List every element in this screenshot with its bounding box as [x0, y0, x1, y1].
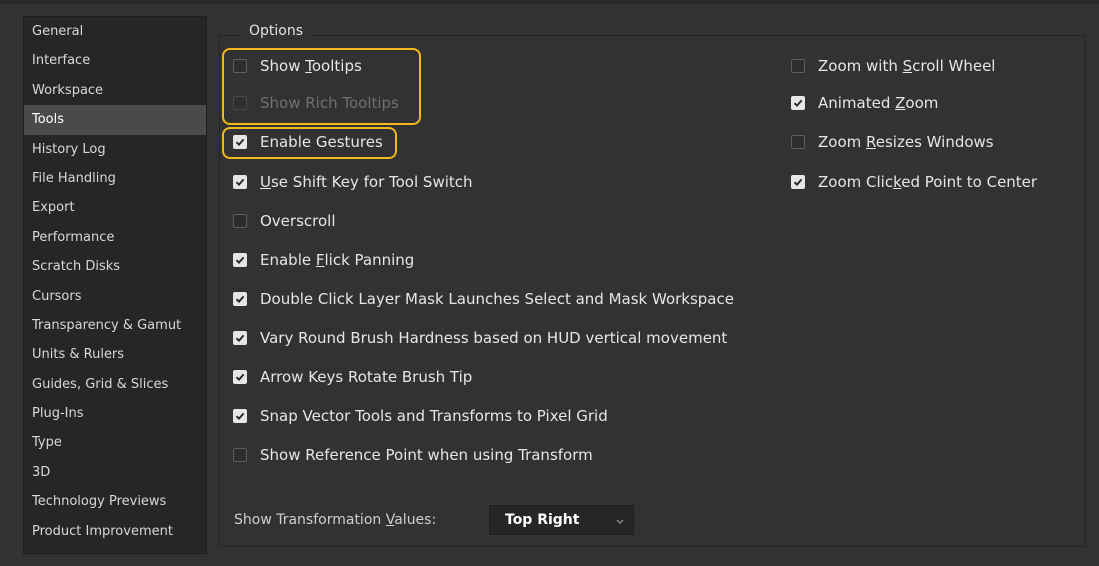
- sidebar-item[interactable]: Technology Previews: [24, 487, 206, 516]
- sidebar-item[interactable]: Transparency & Gamut: [24, 311, 206, 340]
- sidebar-item[interactable]: History Log: [24, 135, 206, 164]
- option-row[interactable]: Zoom Clicked Point to Center: [791, 171, 1037, 193]
- option-label: Zoom Resizes Windows: [818, 133, 994, 151]
- sidebar-item[interactable]: General: [24, 17, 206, 46]
- chevron-down-icon: [615, 514, 625, 530]
- sidebar-item[interactable]: 3D: [24, 458, 206, 487]
- sidebar-item[interactable]: Guides, Grid & Slices: [24, 370, 206, 399]
- option-label: Vary Round Brush Hardness based on HUD v…: [260, 329, 728, 347]
- option-row[interactable]: Vary Round Brush Hardness based on HUD v…: [233, 327, 727, 349]
- sidebar-item[interactable]: Interface: [24, 46, 206, 75]
- option-row[interactable]: Enable Flick Panning: [233, 249, 414, 271]
- checkbox-unchecked[interactable]: [791, 59, 805, 73]
- sidebar-item[interactable]: Type: [24, 428, 206, 457]
- transformation-values-selected: Top Right: [505, 512, 580, 528]
- option-row[interactable]: Double Click Layer Mask Launches Select …: [233, 288, 734, 310]
- sidebar-item[interactable]: Product Improvement: [24, 517, 206, 546]
- option-row[interactable]: Overscroll: [233, 210, 336, 232]
- option-row[interactable]: Zoom with Scroll Wheel: [791, 55, 995, 77]
- checkbox-checked[interactable]: [233, 331, 247, 345]
- tooltips-highlight-box: [222, 48, 421, 125]
- option-label: Show Reference Point when using Transfor…: [260, 446, 593, 464]
- sidebar-item[interactable]: Scratch Disks: [24, 252, 206, 281]
- option-row[interactable]: Arrow Keys Rotate Brush Tip: [233, 366, 472, 388]
- checkbox-checked[interactable]: [233, 253, 247, 267]
- checkbox-checked[interactable]: [233, 175, 247, 189]
- sidebar-item[interactable]: Units & Rulers: [24, 340, 206, 369]
- sidebar-item[interactable]: Tools: [24, 105, 206, 135]
- sidebar-item[interactable]: Export: [24, 193, 206, 222]
- checkbox-checked[interactable]: [791, 96, 805, 110]
- transformation-values-select[interactable]: Top Right: [489, 505, 634, 535]
- sidebar-item[interactable]: File Handling: [24, 164, 206, 193]
- checkbox-unchecked[interactable]: [791, 135, 805, 149]
- checkbox-checked[interactable]: [233, 292, 247, 306]
- options-title: Options: [243, 23, 310, 39]
- transformation-values-label: Show Transformation Values:: [234, 512, 437, 528]
- option-row[interactable]: Show Reference Point when using Transfor…: [233, 444, 593, 466]
- option-row[interactable]: Animated Zoom: [791, 92, 938, 114]
- sidebar-item[interactable]: Workspace: [24, 76, 206, 105]
- option-label: Double Click Layer Mask Launches Select …: [260, 290, 734, 308]
- option-row[interactable]: Snap Vector Tools and Transforms to Pixe…: [233, 405, 608, 427]
- checkbox-unchecked[interactable]: [233, 448, 247, 462]
- top-border: [0, 0, 1099, 4]
- option-label: Arrow Keys Rotate Brush Tip: [260, 368, 473, 386]
- option-label: Overscroll: [260, 212, 336, 230]
- option-row[interactable]: Use Shift Key for Tool Switch: [233, 171, 473, 193]
- checkbox-checked[interactable]: [233, 409, 247, 423]
- sidebar-item[interactable]: Plug-Ins: [24, 399, 206, 428]
- preferences-sidebar: General Interface Workspace Tools History Lo…: [23, 16, 207, 554]
- checkbox-checked[interactable]: [233, 370, 247, 384]
- sidebar-item[interactable]: Performance: [24, 223, 206, 252]
- option-label: Use Shift Key for Tool Switch: [260, 173, 473, 191]
- sidebar-item[interactable]: Cursors: [24, 282, 206, 311]
- option-label: Snap Vector Tools and Transforms to Pixe…: [260, 407, 608, 425]
- checkbox-unchecked[interactable]: [233, 214, 247, 228]
- option-label: Enable Flick Panning: [260, 251, 415, 269]
- option-row[interactable]: Zoom Resizes Windows: [791, 131, 994, 153]
- option-label: Zoom with Scroll Wheel: [818, 57, 996, 75]
- option-label: Animated Zoom: [818, 94, 939, 112]
- option-label: Zoom Clicked Point to Center: [818, 173, 1038, 191]
- checkbox-checked[interactable]: [791, 175, 805, 189]
- gestures-highlight-box: [222, 127, 397, 159]
